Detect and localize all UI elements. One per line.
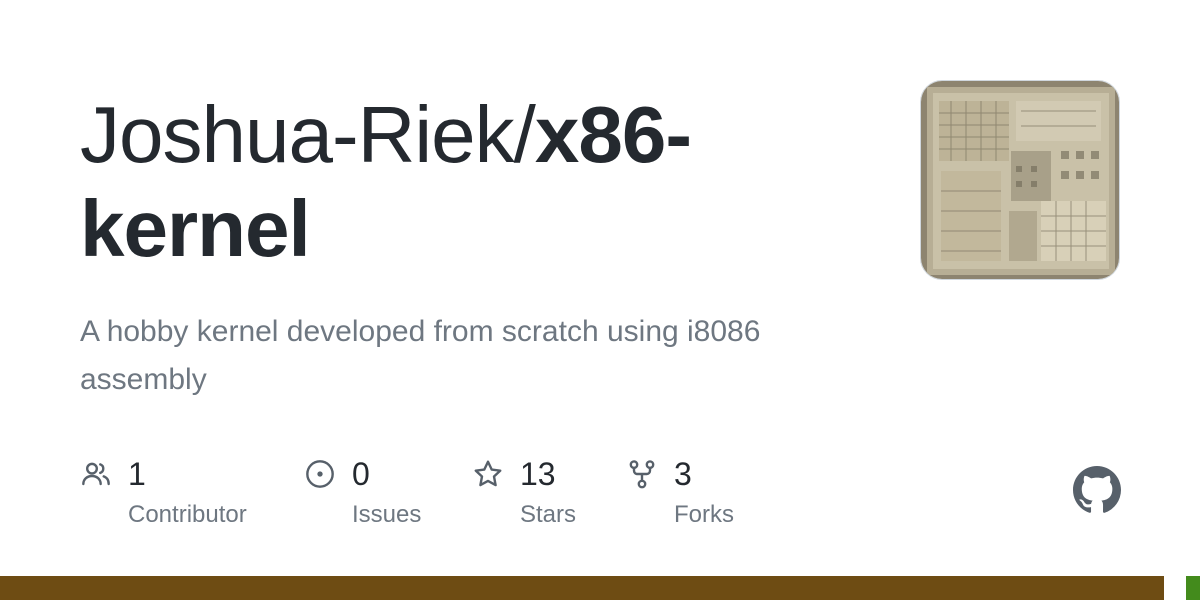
repo-owner-avatar <box>920 80 1120 280</box>
stars-label: Stars <box>520 501 577 528</box>
contributors-label: Contributor <box>128 501 247 528</box>
contributors-count: 1 <box>128 456 146 492</box>
issues-label: Issues <box>352 501 422 528</box>
repo-forked-icon <box>629 460 655 489</box>
star-icon <box>474 460 502 487</box>
people-icon <box>82 462 110 486</box>
language-segment-secondary <box>1186 576 1200 600</box>
repo-name: x86- <box>534 90 692 179</box>
repo-owner: Joshua-Riek/ <box>80 90 536 179</box>
forks-label: Forks <box>674 501 734 528</box>
issue-opened-icon <box>306 460 334 488</box>
repo-name-continued: kernel <box>80 184 311 273</box>
repo-title: Joshua-Riek/x86- kernel <box>80 88 880 276</box>
issues-count: 0 <box>352 456 370 492</box>
forks-count: 3 <box>674 456 692 492</box>
language-segment-assembly <box>0 576 1164 600</box>
repo-description: A hobby kernel developed from scratch us… <box>80 315 761 396</box>
chip-die-image <box>921 81 1119 279</box>
language-bar <box>0 576 1200 600</box>
github-mark-icon <box>1073 466 1121 513</box>
stars-count: 13 <box>520 456 556 492</box>
